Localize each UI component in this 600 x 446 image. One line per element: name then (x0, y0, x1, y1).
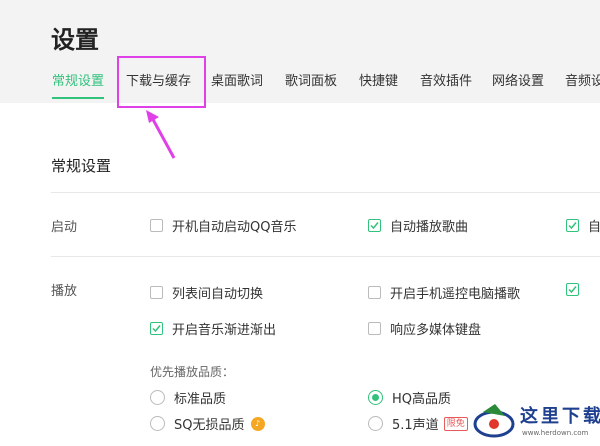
checkmark-icon (568, 286, 577, 294)
list-auto-switch-option[interactable]: 列表间自动切换 (150, 283, 263, 302)
radio-selected[interactable] (368, 390, 383, 405)
startup-label: 启动 (51, 220, 78, 235)
radio[interactable] (150, 416, 165, 431)
tab-shortcuts[interactable]: 快捷键 (359, 70, 398, 89)
playback-option-3[interactable] (566, 283, 588, 296)
option-label: 自动播放歌曲 (390, 220, 469, 235)
watermark-url: www.herdown.com (522, 429, 589, 437)
quality-sq-option[interactable]: SQ无损品质 ♪ (150, 414, 265, 433)
checkbox-checked[interactable] (368, 219, 381, 232)
option-label: 开启手机遥控电脑播歌 (390, 287, 521, 302)
phone-remote-option[interactable]: 开启手机遥控电脑播歌 (368, 283, 520, 302)
checkmark-icon (370, 222, 379, 230)
checkbox-checked[interactable] (150, 322, 163, 335)
auto-play-option[interactable]: 自动播放歌曲 (368, 216, 468, 235)
tab-network[interactable]: 网络设置 (492, 70, 544, 89)
watermark: 这里下载 www.herdown.com (465, 392, 600, 446)
annotation-arrow-icon (146, 110, 176, 159)
option-label: 自 (588, 220, 600, 235)
checkbox[interactable] (368, 286, 381, 299)
highlight-annotation (117, 56, 206, 108)
checkbox[interactable] (150, 286, 163, 299)
divider (51, 192, 600, 193)
settings-header: 设置 常规设置 下载与缓存 桌面歌词 歌词面板 快捷键 音效插件 网络设置 音频… (0, 0, 600, 103)
tab-lyrics-panel[interactable]: 歌词面板 (285, 70, 337, 89)
radio[interactable] (150, 390, 165, 405)
option-label: SQ无损品质 (174, 418, 245, 433)
active-tab-indicator (52, 97, 104, 99)
divider (51, 256, 600, 257)
checkbox[interactable] (150, 219, 163, 232)
fade-in-out-option[interactable]: 开启音乐渐进渐出 (150, 319, 276, 338)
option-label: 5.1声道 (392, 418, 439, 433)
vip-coin-icon: ♪ (250, 416, 265, 431)
tab-general[interactable]: 常规设置 (52, 70, 104, 89)
page-title: 设置 (51, 26, 99, 54)
option-label: 列表间自动切换 (172, 287, 264, 302)
quality-label: 优先播放品质： (150, 365, 235, 379)
startup-option-3[interactable]: 自 (566, 216, 600, 235)
quality-standard-option[interactable]: 标准品质 (150, 388, 226, 407)
checkmark-icon (568, 222, 577, 230)
checkbox-checked[interactable] (566, 283, 579, 296)
option-label: 开启音乐渐进渐出 (172, 323, 277, 338)
option-label: 开机自动启动QQ音乐 (172, 220, 297, 235)
tab-sound-plugins[interactable]: 音效插件 (420, 70, 472, 89)
option-label: 标准品质 (174, 392, 227, 407)
settings-tabs: 常规设置 下载与缓存 桌面歌词 歌词面板 快捷键 音效插件 网络设置 音频设 (0, 68, 600, 103)
checkmark-icon (152, 325, 161, 333)
watermark-logo-icon (473, 404, 515, 438)
watermark-text: 这里下载 (520, 406, 600, 427)
section-title: 常规设置 (51, 157, 112, 175)
auto-launch-option[interactable]: 开机自动启动QQ音乐 (150, 216, 296, 235)
tab-audio[interactable]: 音频设 (565, 70, 600, 89)
media-keyboard-option[interactable]: 响应多媒体键盘 (368, 319, 481, 338)
checkbox[interactable] (368, 322, 381, 335)
quality-51-option[interactable]: 5.1声道 限免 (368, 414, 468, 433)
radio[interactable] (368, 416, 383, 431)
option-label: 响应多媒体键盘 (390, 323, 482, 338)
checkbox-checked[interactable] (566, 219, 579, 232)
tab-desktop-lyrics[interactable]: 桌面歌词 (211, 70, 263, 89)
quality-hq-option[interactable]: HQ高品质 (368, 388, 451, 407)
playback-label: 播放 (51, 284, 78, 299)
option-label: HQ高品质 (392, 392, 452, 407)
